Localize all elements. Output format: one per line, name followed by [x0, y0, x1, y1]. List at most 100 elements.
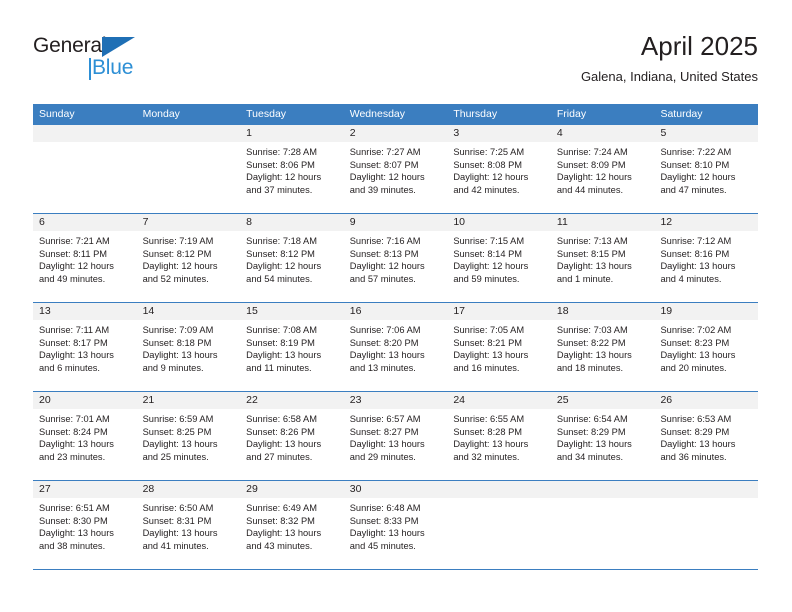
calendar-week-row: 1 Sunrise: 7:28 AM Sunset: 8:06 PM Daylight…	[33, 125, 759, 214]
line-daylight2: and 18 minutes.	[556, 362, 624, 373]
line-daylight2: and 41 minutes.	[142, 540, 209, 551]
line-daylight2: and 42 minutes.	[453, 184, 520, 195]
day-cell[interactable]: 19 Sunrise: 7:02 AM Sunset: 8:23 PM Dayligh…	[654, 303, 759, 391]
line-daylight2: and 25 minutes.	[142, 451, 209, 462]
day-cell[interactable]: 9 Sunrise: 7:16 AM Sunset: 8:13 PM Daylight…	[343, 214, 448, 302]
day-cell[interactable]: 16 Sunrise: 7:06 AM Sunset: 8:20 PM Dayligh…	[343, 303, 448, 391]
line-sunset: Sunset: 8:14 PM	[453, 248, 523, 259]
line-daylight2: and 27 minutes.	[246, 451, 313, 462]
day-number: 8	[240, 214, 344, 231]
day-number	[136, 125, 241, 142]
title-block: April 2025 Galena, Indiana, United State…	[581, 30, 758, 85]
line-sunset: Sunset: 8:16 PM	[660, 248, 730, 259]
day-number: 28	[136, 481, 241, 498]
day-cell[interactable]: 29 Sunrise: 6:49 AM Sunset: 8:32 PM Dayligh…	[240, 481, 344, 569]
line-sunset: Sunset: 8:10 PM	[660, 159, 730, 170]
calendar-body: 1 Sunrise: 7:28 AM Sunset: 8:06 PM Daylight…	[33, 125, 759, 570]
location-subtitle: Galena, Indiana, United States	[580, 69, 758, 84]
day-cell[interactable]: 5 Sunrise: 7:22 AM Sunset: 8:10 PM Daylight…	[654, 125, 759, 213]
day-cell[interactable]: 6 Sunrise: 7:21 AM Sunset: 8:11 PM Daylight…	[33, 214, 137, 302]
day-sun-info: Sunrise: 7:08 AM Sunset: 8:19 PM Daylight:…	[240, 320, 344, 374]
line-daylight2: and 6 minutes.	[39, 362, 100, 373]
day-number: 12	[654, 214, 759, 231]
line-daylight: Daylight: 13 hours	[556, 350, 632, 361]
line-daylight: Daylight: 13 hours	[39, 350, 114, 361]
weekday-header-tuesday: Tuesday	[246, 108, 287, 120]
day-number: 29	[240, 481, 344, 498]
day-cell[interactable]: 26 Sunrise: 6:53 AM Sunset: 8:29 PM Dayligh…	[654, 392, 759, 480]
day-cell[interactable]: 18 Sunrise: 7:03 AM Sunset: 8:22 PM Dayligh…	[550, 303, 655, 391]
line-sunset: Sunset: 8:21 PM	[453, 337, 523, 348]
line-sunset: Sunset: 8:29 PM	[660, 426, 730, 437]
day-cell[interactable]: 13 Sunrise: 7:11 AM Sunset: 8:17 PM Dayligh…	[33, 303, 137, 391]
day-sun-info	[33, 142, 137, 146]
day-cell[interactable]: 7 Sunrise: 7:19 AM Sunset: 8:12 PM Daylight…	[136, 214, 241, 302]
day-sun-info: Sunrise: 6:49 AM Sunset: 8:32 PM Daylight:…	[240, 498, 344, 552]
day-cell[interactable]: 15 Sunrise: 7:08 AM Sunset: 8:19 PM Dayligh…	[240, 303, 344, 391]
weekday-header-sunday: Sunday	[39, 108, 75, 120]
line-sunrise: Sunrise: 6:59 AM	[142, 414, 214, 424]
day-number: 2	[343, 125, 448, 142]
line-daylight2: and 16 minutes.	[453, 362, 520, 373]
day-number: 13	[33, 303, 137, 320]
line-sunrise: Sunrise: 7:15 AM	[453, 236, 525, 246]
day-sun-info	[137, 142, 241, 146]
day-cell[interactable]: 22 Sunrise: 6:58 AM Sunset: 8:26 PM Dayligh…	[240, 392, 344, 480]
line-daylight: Daylight: 12 hours	[246, 261, 322, 272]
day-cell[interactable]: 28 Sunrise: 6:50 AM Sunset: 8:31 PM Dayligh…	[136, 481, 241, 569]
weekday-header-row: Sunday Monday Tuesday Wednesday Thursday Frid…	[33, 104, 758, 125]
logo-accent-bar	[89, 58, 91, 80]
line-sunrise: Sunrise: 7:06 AM	[349, 325, 421, 335]
day-cell[interactable]: 27 Sunrise: 6:51 AM Sunset: 8:30 PM Dayligh…	[33, 481, 137, 569]
day-cell[interactable]: 30 Sunrise: 6:48 AM Sunset: 8:33 PM Dayligh…	[343, 481, 448, 569]
day-number: 14	[136, 303, 241, 320]
line-daylight: Daylight: 12 hours	[246, 172, 322, 183]
day-sun-info: Sunrise: 6:58 AM Sunset: 8:26 PM Daylight:…	[240, 409, 344, 463]
day-number: 15	[240, 303, 344, 320]
line-sunrise: Sunrise: 7:08 AM	[246, 325, 317, 335]
day-number: 17	[447, 303, 551, 320]
day-cell[interactable]: 12 Sunrise: 7:12 AM Sunset: 8:16 PM Dayligh…	[654, 214, 759, 302]
line-daylight2: and 59 minutes.	[453, 273, 520, 284]
day-cell[interactable]: 17 Sunrise: 7:05 AM Sunset: 8:21 PM Dayligh…	[447, 303, 551, 391]
day-sun-info: Sunrise: 7:05 AM Sunset: 8:21 PM Daylight:…	[447, 320, 551, 374]
day-cell[interactable]: 14 Sunrise: 7:09 AM Sunset: 8:18 PM Dayligh…	[136, 303, 241, 391]
day-sun-info: Sunrise: 7:21 AM Sunset: 8:11 PM Daylight:…	[33, 231, 137, 285]
day-cell[interactable]: 23 Sunrise: 6:57 AM Sunset: 8:27 PM Dayligh…	[343, 392, 448, 480]
day-cell[interactable]: 24 Sunrise: 6:55 AM Sunset: 8:28 PM Dayligh…	[447, 392, 551, 480]
line-sunrise: Sunrise: 7:28 AM	[246, 147, 317, 157]
calendar-page: General Blue April 2025 Galena, Indiana,…	[0, 0, 792, 612]
day-cell[interactable]: 2 Sunrise: 7:27 AM Sunset: 8:07 PM Daylight…	[343, 125, 448, 213]
line-daylight: Daylight: 12 hours	[660, 172, 736, 183]
day-number	[550, 481, 655, 498]
line-daylight: Daylight: 13 hours	[660, 350, 736, 361]
day-number: 6	[33, 214, 137, 231]
day-cell[interactable]: 1 Sunrise: 7:28 AM Sunset: 8:06 PM Daylight…	[240, 125, 344, 213]
line-daylight2: and 36 minutes.	[660, 451, 727, 462]
day-cell[interactable]: 10 Sunrise: 7:15 AM Sunset: 8:14 PM Dayligh…	[447, 214, 551, 302]
day-sun-info: Sunrise: 6:54 AM Sunset: 8:29 PM Daylight:…	[551, 409, 655, 463]
day-cell[interactable]: 3 Sunrise: 7:25 AM Sunset: 8:08 PM Daylight…	[447, 125, 551, 213]
day-cell[interactable]: 21 Sunrise: 6:59 AM Sunset: 8:25 PM Dayligh…	[136, 392, 241, 480]
day-cell[interactable]: 4 Sunrise: 7:24 AM Sunset: 8:09 PM Daylight…	[550, 125, 655, 213]
line-sunset: Sunset: 8:26 PM	[246, 426, 315, 437]
day-number: 25	[550, 392, 655, 409]
day-number	[654, 481, 759, 498]
line-sunset: Sunset: 8:25 PM	[142, 426, 212, 437]
line-daylight2: and 54 minutes.	[246, 273, 313, 284]
day-cell[interactable]: 11 Sunrise: 7:13 AM Sunset: 8:15 PM Dayligh…	[550, 214, 655, 302]
day-sun-info: Sunrise: 7:16 AM Sunset: 8:13 PM Daylight:…	[344, 231, 448, 285]
line-sunset: Sunset: 8:19 PM	[246, 337, 315, 348]
day-cell[interactable]: 8 Sunrise: 7:18 AM Sunset: 8:12 PM Daylight…	[240, 214, 344, 302]
line-daylight2: and 1 minute.	[556, 273, 614, 284]
line-daylight2: and 32 minutes.	[453, 451, 520, 462]
day-number: 5	[654, 125, 759, 142]
day-sun-info: Sunrise: 7:25 AM Sunset: 8:08 PM Daylight:…	[447, 142, 551, 196]
line-daylight: Daylight: 13 hours	[660, 439, 736, 450]
day-cell-empty	[654, 481, 759, 569]
line-daylight: Daylight: 12 hours	[39, 261, 114, 272]
day-cell[interactable]: 20 Sunrise: 7:01 AM Sunset: 8:24 PM Dayligh…	[33, 392, 137, 480]
line-daylight: Daylight: 12 hours	[453, 172, 529, 183]
day-cell[interactable]: 25 Sunrise: 6:54 AM Sunset: 8:29 PM Dayligh…	[550, 392, 655, 480]
line-sunset: Sunset: 8:18 PM	[142, 337, 212, 348]
